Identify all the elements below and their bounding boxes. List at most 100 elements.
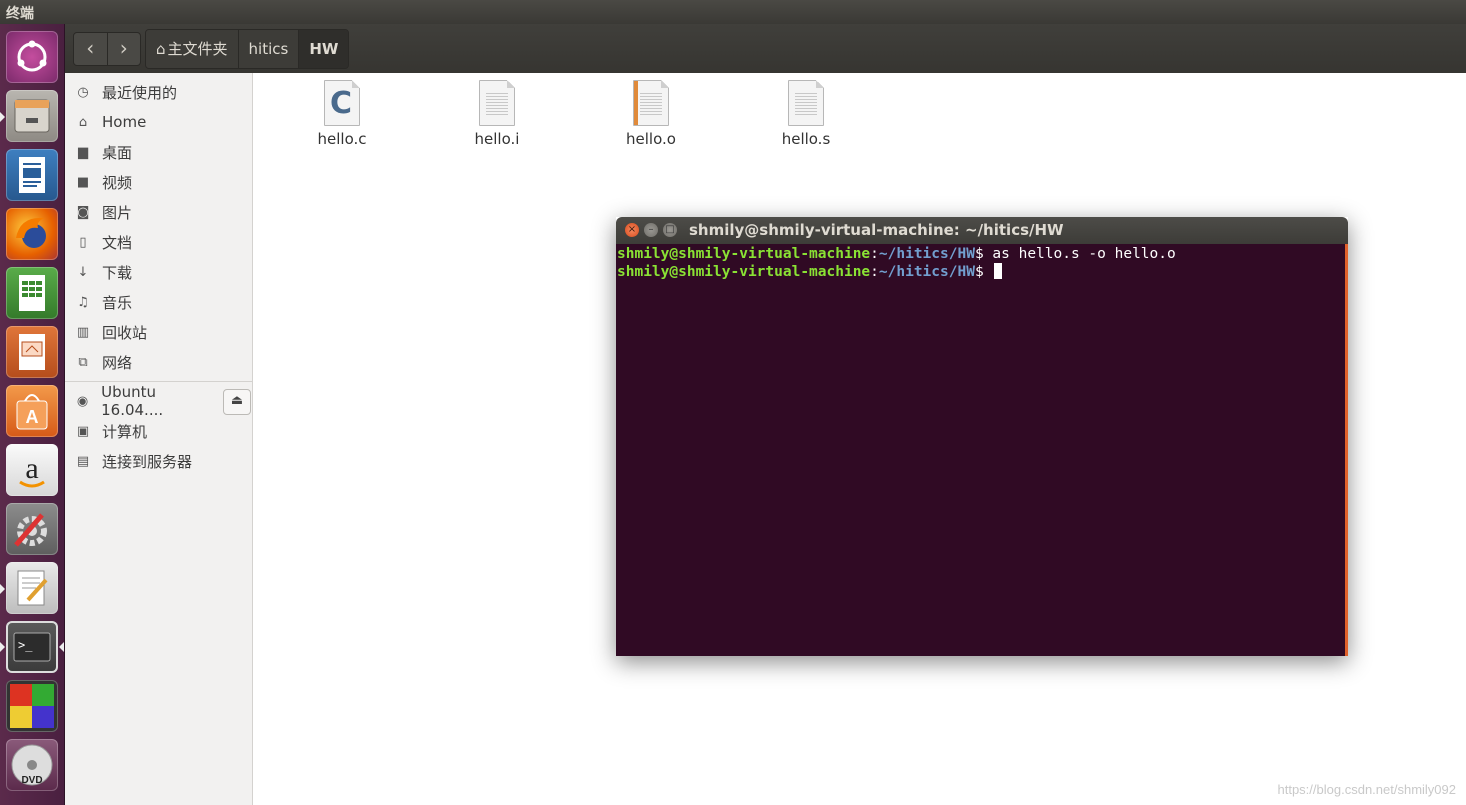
camera-icon: ◙ <box>76 204 90 220</box>
prompt-path: ~/hitics/HW <box>878 246 975 262</box>
text-editor-icon[interactable] <box>6 562 58 614</box>
crumb-home-label: 主文件夹 <box>167 40 228 58</box>
sidebar-divider <box>65 381 252 382</box>
terminal-line: shmily@shmily-virtual-machine:~/hitics/H… <box>617 246 1176 262</box>
sidebar-item-videos[interactable]: ■ 视频 <box>65 167 252 197</box>
sidebar-item-pictures[interactable]: ◙ 图片 <box>65 197 252 227</box>
file-hello-s[interactable]: hello.s <box>746 80 866 148</box>
file-name: hello.s <box>781 130 831 148</box>
watermark: https://blog.csdn.net/shmily092 <box>1277 782 1457 797</box>
active-window-title: 终端 <box>6 6 34 22</box>
music-icon: ♫ <box>77 294 89 310</box>
svg-text:>_: >_ <box>18 638 33 652</box>
calc-icon[interactable] <box>6 267 58 319</box>
computer-icon: ▣ <box>76 423 90 439</box>
ubuntu-dash-icon[interactable] <box>6 31 58 83</box>
server-icon: ▤ <box>76 453 90 469</box>
sidebar-item-documents[interactable]: ▯ 文档 <box>65 227 252 257</box>
writer-icon[interactable] <box>6 149 58 201</box>
prompt-path: ~/hitics/HW <box>878 264 975 280</box>
video-icon: ■ <box>76 174 90 190</box>
sidebar-label: 文档 <box>102 233 133 252</box>
document-icon: ▯ <box>79 234 87 250</box>
file-hello-o[interactable]: hello.o <box>591 80 711 148</box>
crumb-home[interactable]: ⌂ 主文件夹 <box>146 30 239 68</box>
sidebar-item-downloads[interactable]: ↓ 下载 <box>65 257 252 287</box>
sidebar-label: 桌面 <box>102 143 133 162</box>
sidebar-item-trash[interactable]: ▥ 回收站 <box>65 317 252 347</box>
file-name: hello.i <box>474 130 520 148</box>
sidebar-item-recent[interactable]: ◷ 最近使用的 <box>65 77 252 107</box>
sidebar-item-music[interactable]: ♫ 音乐 <box>65 287 252 317</box>
object-file-icon <box>633 80 669 126</box>
folder-icon: ▆ <box>78 144 88 160</box>
minimize-icon[interactable]: – <box>644 223 658 237</box>
c-source-icon: C <box>324 80 360 126</box>
amazon-icon[interactable]: a <box>6 444 58 496</box>
terminal-icon[interactable]: >_ <box>6 621 58 673</box>
home-icon: ⌂ <box>78 114 88 130</box>
terminal-output[interactable]: shmily@shmily-virtual-machine:~/hitics/H… <box>616 244 1348 656</box>
network-icon: ⧉ <box>78 354 88 370</box>
firefox-icon[interactable] <box>6 208 58 260</box>
sidebar-label: 音乐 <box>102 293 133 312</box>
sidebar-label: Home <box>102 113 147 131</box>
disc-icon: ◉ <box>76 393 89 409</box>
file-hello-c[interactable]: C hello.c <box>282 80 402 148</box>
sidebar-item-ubuntu-volume[interactable]: ◉ Ubuntu 16.04.... <box>65 383 215 419</box>
maximize-icon[interactable]: □ <box>663 223 677 237</box>
file-hello-i[interactable]: hello.i <box>437 80 557 148</box>
impress-icon[interactable] <box>6 326 58 378</box>
sidebar-item-network[interactable]: ⧉ 网络 <box>65 347 252 377</box>
sidebar-item-desktop[interactable]: ▆ 桌面 <box>65 137 252 167</box>
command-text: as hello.s -o hello.o <box>992 246 1176 262</box>
system-settings-icon[interactable] <box>6 503 58 555</box>
sidebar-label: 最近使用的 <box>102 83 178 102</box>
text-file-icon <box>479 80 515 126</box>
sidebar-item-computer[interactable]: ▣ 计算机 <box>65 416 252 446</box>
download-icon: ↓ <box>77 264 89 280</box>
launcher: A a >_ DVD <box>0 24 65 805</box>
svg-text:DVD: DVD <box>21 775 42 786</box>
clock-icon: ◷ <box>77 84 89 100</box>
history-nav: ‹ › <box>73 32 141 66</box>
svg-text:a: a <box>25 452 38 485</box>
back-button[interactable]: ‹ <box>74 33 107 65</box>
terminal-titlebar[interactable]: × – □ shmily@shmily-virtual-machine: ~/h… <box>616 217 1348 244</box>
home-icon: ⌂ <box>156 40 166 58</box>
text-cursor <box>994 263 1003 279</box>
prompt-user: shmily@shmily-virtual-machine <box>617 264 871 280</box>
top-panel: 终端 <box>0 0 1466 24</box>
crumb-hitics[interactable]: hitics <box>238 30 300 68</box>
svg-text:A: A <box>26 407 39 427</box>
sidebar-label: Ubuntu 16.04.... <box>101 383 164 419</box>
terminal-line: shmily@shmily-virtual-machine:~/hitics/H… <box>617 263 1344 280</box>
places-sidebar: ◷ 最近使用的 ⌂ Home ▆ 桌面 ■ 视频 ◙ 图片 ▯ 文档 ↓ 下载 ♫ 音乐 ▥ 回收… <box>65 73 253 805</box>
terminal-title: shmily@shmily-virtual-machine: ~/hitics/… <box>689 221 1064 239</box>
sidebar-label: 回收站 <box>102 323 148 342</box>
terminal-window[interactable]: × – □ shmily@shmily-virtual-machine: ~/h… <box>616 217 1348 656</box>
sidebar-label: 视频 <box>102 173 133 192</box>
crumb-hw[interactable]: HW <box>299 30 349 68</box>
text-file-icon <box>788 80 824 126</box>
sidebar-item-home[interactable]: ⌂ Home <box>65 107 252 137</box>
sidebar-label: 下载 <box>102 263 133 282</box>
sidebar-label: 网络 <box>102 353 133 372</box>
file-name: hello.o <box>626 130 676 148</box>
sidebar-label: 连接到服务器 <box>102 452 193 471</box>
software-center-icon[interactable]: A <box>6 385 58 437</box>
files-icon[interactable] <box>6 90 58 142</box>
prompt-user: shmily@shmily-virtual-machine <box>617 246 871 262</box>
sidebar-label: 图片 <box>102 203 133 222</box>
file-name: hello.c <box>317 130 367 148</box>
file-manager-toolbar: ‹ › ⌂ 主文件夹 hitics HW <box>65 24 1466 73</box>
sidebar-item-connect-server[interactable]: ▤ 连接到服务器 <box>65 446 252 476</box>
sidebar-label: 计算机 <box>102 422 148 441</box>
eject-icon[interactable]: ⏏ <box>223 389 251 415</box>
forward-button[interactable]: › <box>106 33 141 65</box>
dvd-icon[interactable]: DVD <box>6 739 58 791</box>
close-icon[interactable]: × <box>625 223 639 237</box>
workspace-switcher-icon[interactable] <box>6 680 58 732</box>
trash-icon: ▥ <box>76 324 90 340</box>
breadcrumb: ⌂ 主文件夹 hitics HW <box>145 29 350 69</box>
